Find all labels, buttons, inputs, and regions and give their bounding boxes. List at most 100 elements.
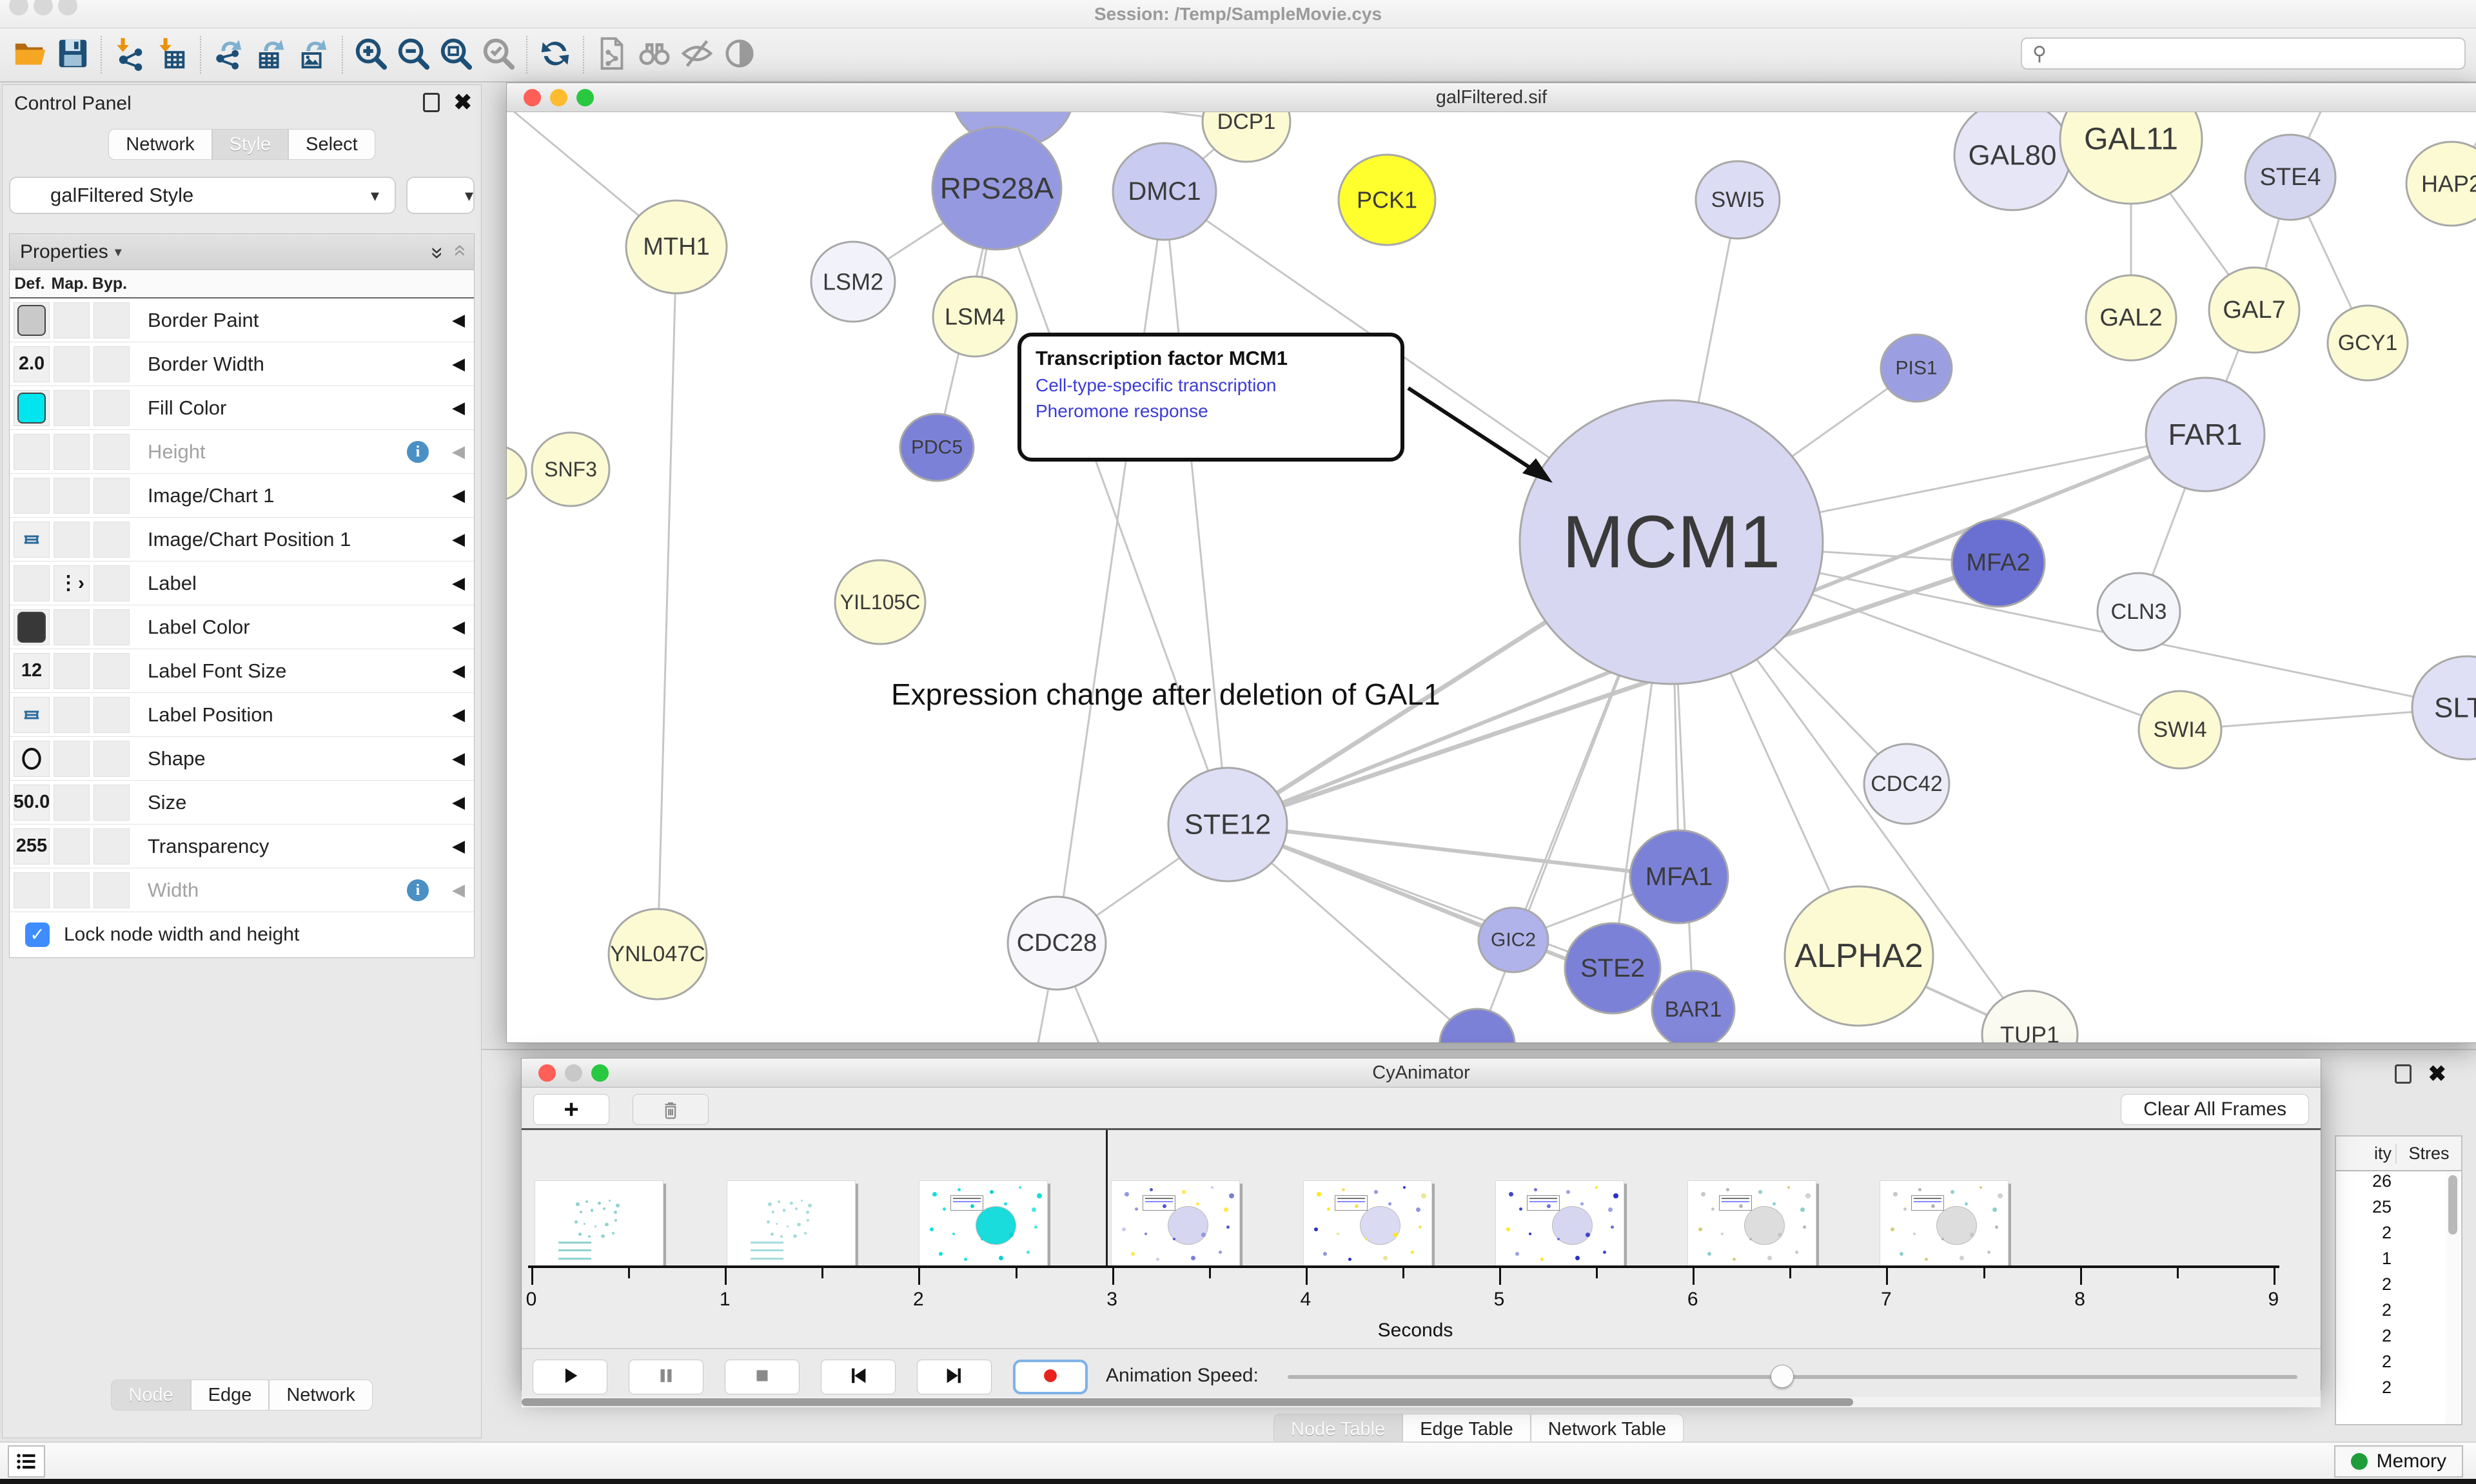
property-row-fill-color[interactable]: Fill Color◀: [10, 386, 474, 430]
network-node-TUP1[interactable]: TUP1: [1982, 991, 2078, 1042]
cyanimator-hscrollbar[interactable]: [522, 1397, 2321, 1407]
default-value-cell[interactable]: [14, 872, 50, 908]
bypass-cell[interactable]: [93, 653, 130, 689]
table-row[interactable]: 26: [2336, 1171, 2461, 1197]
skip-end-button[interactable]: [917, 1360, 992, 1394]
search-input[interactable]: ⚲: [2021, 37, 2466, 70]
property-row-size[interactable]: 50.0Size◀: [10, 781, 474, 825]
export-network-button[interactable]: [208, 33, 250, 77]
expand-row-icon[interactable]: ◀: [452, 485, 465, 505]
frame-thumbnail-1[interactable]: [535, 1180, 663, 1265]
network-node-STE4[interactable]: STE4: [2245, 135, 2335, 220]
app-minimize-light[interactable]: [34, 0, 53, 15]
frame-thumbnail-3[interactable]: [919, 1180, 1048, 1265]
default-value-cell[interactable]: [14, 478, 50, 514]
network-edge[interactable]: [997, 188, 1228, 825]
table-panel-float-icon[interactable]: [2395, 1064, 2412, 1084]
mapping-cell[interactable]: [54, 478, 90, 514]
property-row-label-position[interactable]: Label Position◀: [10, 693, 474, 737]
window-close-light[interactable]: [538, 1064, 556, 1082]
table-panel-close-icon[interactable]: ✖: [2428, 1064, 2447, 1084]
table-row[interactable]: 2: [2336, 1326, 2461, 1352]
tab-style[interactable]: Style: [212, 129, 288, 160]
network-node-HAP2[interactable]: HAP2: [2406, 142, 2476, 226]
refresh-button[interactable]: [534, 33, 576, 77]
network-node-LSM2[interactable]: LSM2: [811, 242, 895, 322]
mapping-cell[interactable]: [54, 434, 90, 470]
expand-row-icon[interactable]: ◀: [452, 529, 465, 549]
network-node-CDC42[interactable]: CDC42: [1864, 744, 1949, 824]
expand-row-icon[interactable]: ◀: [452, 442, 465, 462]
app-zoom-light[interactable]: [58, 0, 77, 15]
frame-thumbnail-6[interactable]: [1495, 1180, 1624, 1265]
skip-start-button[interactable]: [821, 1360, 896, 1394]
mapping-cell[interactable]: [54, 390, 90, 426]
delete-frame-button[interactable]: [633, 1094, 709, 1125]
bypass-cell[interactable]: [93, 478, 130, 514]
network-node-DMC1[interactable]: DMC1: [1113, 143, 1216, 240]
bypass-cell[interactable]: [93, 872, 130, 908]
expand-row-icon[interactable]: ◀: [452, 748, 465, 768]
expand-row-icon[interactable]: ◀: [452, 398, 465, 418]
property-row-shape[interactable]: Shape◀: [10, 737, 474, 781]
property-row-image-chart-position-1[interactable]: Image/Chart Position 1◀: [10, 518, 474, 561]
contrast-eye-button[interactable]: [718, 33, 761, 77]
bypass-cell[interactable]: [93, 609, 130, 645]
network-node-PCK1[interactable]: PCK1: [1339, 155, 1435, 245]
network-node-LSM4[interactable]: LSM4: [933, 277, 1017, 356]
tab-node[interactable]: Node: [111, 1380, 190, 1411]
table-row[interactable]: 1: [2336, 1249, 2461, 1274]
app-close-light[interactable]: [9, 0, 28, 15]
mapping-cell[interactable]: [54, 785, 90, 821]
control-panel-float-icon[interactable]: [423, 93, 440, 112]
clear-all-frames-button[interactable]: Clear All Frames: [2121, 1094, 2309, 1125]
network-node-BAR1[interactable]: BAR1: [1652, 971, 1734, 1042]
annotation-box[interactable]: Transcription factor MCM1 Cell-type-spec…: [1017, 333, 1404, 462]
task-history-button[interactable]: [8, 1445, 45, 1478]
bypass-cell[interactable]: [93, 434, 130, 470]
network-node-PIS1[interactable]: PIS1: [1881, 335, 1952, 402]
tab-network[interactable]: Network: [108, 129, 211, 160]
network-edge[interactable]: [658, 247, 676, 954]
frame-thumbnail-4[interactable]: [1111, 1180, 1240, 1265]
table-row[interactable]: 25: [2336, 1197, 2461, 1223]
memory-button[interactable]: Memory: [2334, 1445, 2463, 1478]
network-node-PDC5[interactable]: PDC5: [900, 414, 974, 481]
property-row-label-color[interactable]: Label Color◀: [10, 605, 474, 649]
network-node-N2[interactable]: [1440, 1009, 1515, 1042]
network-node-GIC2[interactable]: GIC2: [1479, 908, 1548, 972]
default-value-cell[interactable]: 255: [14, 828, 50, 864]
property-row-width[interactable]: Widthi◀: [10, 868, 474, 912]
default-value-cell[interactable]: [14, 741, 50, 777]
chevron-down-icon[interactable]: ▾: [115, 244, 122, 260]
network-node-SWI4[interactable]: SWI4: [2139, 691, 2221, 768]
window-close-light[interactable]: [524, 89, 541, 106]
bypass-cell[interactable]: [93, 697, 130, 733]
import-table-button[interactable]: [151, 33, 193, 77]
network-node-SWI5[interactable]: SWI5: [1696, 161, 1780, 239]
frame-thumbnail-7[interactable]: [1687, 1180, 1816, 1265]
window-minimize-light[interactable]: [550, 89, 567, 106]
bypass-cell[interactable]: [93, 828, 130, 864]
tab-network[interactable]: Network: [269, 1380, 372, 1411]
expand-row-icon[interactable]: ◀: [452, 661, 465, 681]
frame-thumbnail-5[interactable]: [1303, 1180, 1432, 1265]
mapping-cell[interactable]: [54, 522, 90, 558]
window-minimize-light[interactable]: [565, 1064, 582, 1082]
network-node-GAL80[interactable]: GAL80: [1954, 112, 2070, 210]
default-value-cell[interactable]: [14, 522, 50, 558]
property-row-border-width[interactable]: 2.0Border Width◀: [10, 342, 474, 386]
tab-network-table[interactable]: Network Table: [1531, 1414, 1684, 1445]
mapping-cell[interactable]: [54, 741, 90, 777]
bypass-cell[interactable]: [93, 346, 130, 382]
tab-edge-table[interactable]: Edge Table: [1402, 1414, 1531, 1445]
default-value-cell[interactable]: 2.0: [14, 346, 50, 382]
property-row-transparency[interactable]: 255Transparency◀: [10, 825, 474, 868]
network-node-GAL11[interactable]: GAL11: [2060, 112, 2202, 204]
network-node-N3[interactable]: [507, 446, 526, 500]
network-node-YIL105C[interactable]: YIL105C: [835, 560, 925, 644]
mapping-cell[interactable]: [54, 609, 90, 645]
table-row[interactable]: 2: [2336, 1352, 2461, 1378]
default-value-cell[interactable]: [14, 434, 50, 470]
bypass-cell[interactable]: [93, 741, 130, 777]
